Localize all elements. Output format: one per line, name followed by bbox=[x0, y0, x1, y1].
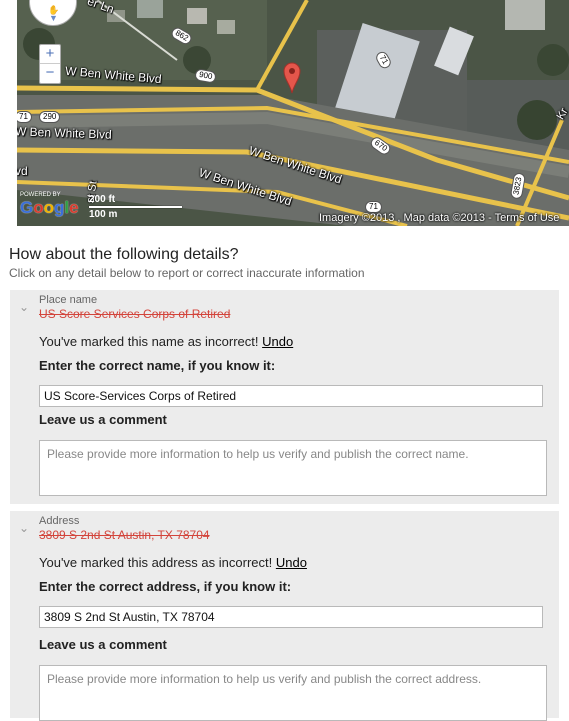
old-address: 3809 S 2nd St Austin, TX 78704 bbox=[39, 528, 210, 542]
chevron-down-icon[interactable]: ⌄ bbox=[19, 300, 29, 314]
address-comment-field[interactable] bbox=[39, 665, 547, 721]
correct-name-label: Enter the correct name, if you know it: bbox=[39, 358, 276, 373]
satellite-imagery bbox=[17, 0, 569, 226]
map-attribution[interactable]: Imagery ©2013 , Map data ©2013 - Terms o… bbox=[319, 212, 559, 224]
scale-ft-label: 200 ft bbox=[89, 194, 116, 205]
address-section[interactable]: ⌄ Address 3809 S 2nd St Austin, TX 78704… bbox=[10, 511, 559, 721]
pan-down-icon[interactable]: ▼ bbox=[49, 13, 58, 23]
road-shield: 290 bbox=[39, 111, 61, 123]
chevron-down-icon[interactable]: ⌄ bbox=[19, 521, 29, 535]
comment-label: Leave us a comment bbox=[39, 412, 167, 427]
undo-link[interactable]: Undo bbox=[276, 555, 307, 570]
name-comment-field[interactable] bbox=[39, 440, 547, 496]
map-view[interactable]: er Ln W Ben White Blvd W Ben White Blvd … bbox=[17, 0, 569, 226]
comment-label: Leave us a comment bbox=[39, 637, 167, 652]
zoom-in-button[interactable]: + bbox=[40, 45, 60, 64]
marked-incorrect-text: You've marked this name as incorrect! Un… bbox=[39, 334, 294, 349]
correct-name-input[interactable] bbox=[39, 385, 543, 407]
old-place-name: US Score Services Corps of Retired bbox=[39, 307, 231, 321]
undo-link[interactable]: Undo bbox=[262, 334, 293, 349]
scale-m-label: 100 m bbox=[89, 209, 118, 220]
correct-address-input[interactable] bbox=[39, 606, 543, 628]
zoom-control: + − bbox=[39, 44, 61, 84]
road-shield: 71 bbox=[17, 111, 32, 123]
field-label: Address bbox=[39, 515, 80, 527]
google-logo[interactable]: Google bbox=[20, 198, 79, 218]
page-heading: How about the following details? bbox=[9, 246, 239, 263]
location-marker-icon[interactable] bbox=[283, 62, 301, 94]
place-name-section[interactable]: ⌄ Place name US Score Services Corps of … bbox=[10, 290, 559, 504]
correct-address-label: Enter the correct address, if you know i… bbox=[39, 579, 292, 594]
page-subheading: Click on any detail below to report or c… bbox=[9, 266, 365, 280]
field-label: Place name bbox=[39, 294, 98, 306]
road-label: vd bbox=[17, 164, 28, 178]
marked-incorrect-text: You've marked this address as incorrect!… bbox=[39, 555, 307, 570]
zoom-out-button[interactable]: − bbox=[40, 64, 60, 82]
map-scale: 200 ft 100 m bbox=[89, 194, 182, 220]
